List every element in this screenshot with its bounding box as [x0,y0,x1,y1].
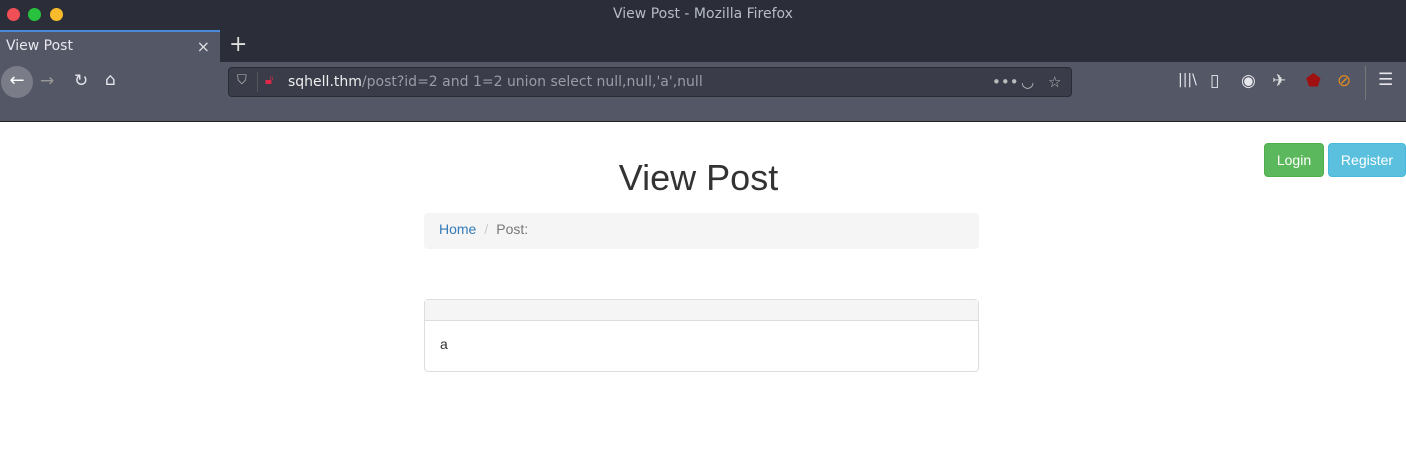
more-actions-icon[interactable]: ••• [992,73,1019,91]
post-panel: a [424,299,979,372]
panel-heading [425,300,978,321]
url-bar[interactable]: ⛉ 🔓︎ sqhell.thm/post?id=2 and 1=2 union … [228,67,1072,97]
title-bar: View Post - Mozilla Firefox [0,0,1406,30]
url-text[interactable]: sqhell.thm/post?id=2 and 1=2 union selec… [288,74,703,90]
divider [257,72,258,92]
reload-icon[interactable]: ↻ [74,71,88,91]
library-icon[interactable]: |||\ [1178,72,1197,88]
navigation-toolbar: ← → ↻ ⌂ ⛉ 🔓︎ sqhell.thm/post?id=2 and 1=… [0,62,1406,122]
new-tab-button[interactable]: + [229,32,247,57]
ublock-origin-icon[interactable]: ⬟ [1306,71,1321,91]
forward-arrow-icon[interactable]: → [40,71,54,91]
bookmark-star-icon[interactable]: ☆ [1048,73,1061,91]
panel-body: a [440,336,448,352]
back-arrow-icon[interactable]: ← [1,66,33,98]
page-title: View Post [618,157,779,198]
extension-icon[interactable]: ✈ [1272,71,1286,91]
extension-cookie-icon[interactable]: ⊘ [1337,71,1351,91]
url-path: /post?id=2 and 1=2 union select null,nul… [361,74,703,90]
breadcrumb-home-link[interactable]: Home [439,221,476,237]
insecure-lock-icon[interactable]: 🔓︎ [265,73,273,88]
window-title: View Post - Mozilla Firefox [613,6,793,22]
breadcrumb-separator: / [484,221,489,237]
tab-close-icon[interactable]: × [197,37,210,56]
pocket-icon[interactable]: ◡ [1021,73,1034,91]
tab-view-post[interactable]: View Post × [0,30,220,62]
home-icon[interactable]: ⌂ [105,70,116,90]
toolbar-divider [1365,66,1366,100]
breadcrumb: Home / Post: [424,213,979,249]
tab-bar: View Post × + [0,30,1406,62]
url-host: sqhell.thm [288,74,362,90]
account-icon[interactable]: ◉ [1241,71,1256,91]
sidebar-icon[interactable]: ▯ [1210,71,1219,91]
tab-label: View Post [6,38,73,54]
breadcrumb-current: Post: [496,221,529,237]
shield-icon[interactable]: ⛉ [237,73,247,88]
menu-icon[interactable]: ☰ [1378,70,1393,90]
